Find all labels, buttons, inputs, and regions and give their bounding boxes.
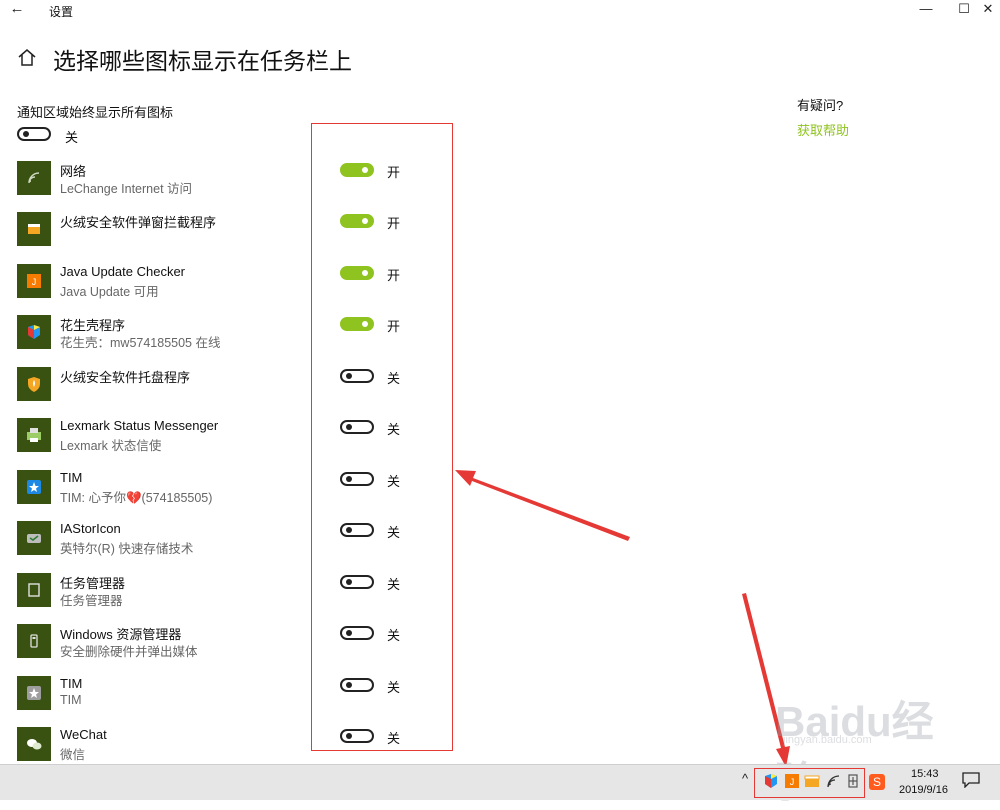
speaker-tray-icon[interactable] (845, 773, 861, 789)
oray-tray-icon[interactable] (763, 773, 779, 789)
sogou-ime-icon[interactable]: S (869, 774, 885, 790)
annotation-arrow-to-toggles (455, 470, 630, 541)
clock-date[interactable]: 2019/9/16 (899, 784, 948, 796)
annotation-arrows (455, 470, 790, 767)
svg-text:J: J (790, 777, 795, 787)
taskbar: ^ J S 15:43 2019/9/16 (0, 764, 1000, 800)
popup-block-tray-icon[interactable] (804, 773, 820, 789)
clock-time[interactable]: 15:43 (911, 768, 939, 780)
network-tray-icon[interactable] (825, 773, 841, 789)
java-tray-icon[interactable]: J (784, 773, 800, 789)
show-hidden-icons-button[interactable]: ^ (742, 771, 748, 786)
watermark-url: jingyan.baidu.com (783, 734, 872, 746)
action-center-icon[interactable] (962, 772, 980, 788)
baidu-watermark: Baidu经验 jingyan.baidu.com (775, 688, 945, 806)
